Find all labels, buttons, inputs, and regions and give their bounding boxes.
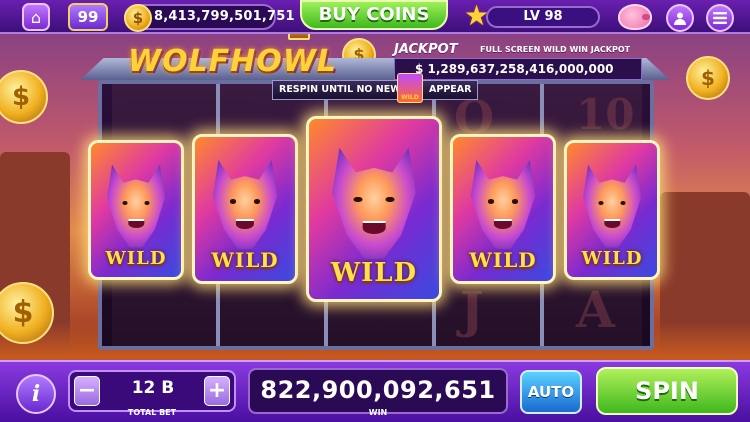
jackpot-display: $ 1,289,637,258,416,000,000 — [394, 58, 642, 80]
bet-increase-button[interactable]: + — [204, 376, 230, 406]
bet-decrease-button[interactable]: − — [74, 376, 100, 406]
wild-symbol-center: WILD — [306, 116, 442, 302]
wolf-icon — [212, 160, 278, 250]
wolf-icon — [107, 164, 165, 248]
menu-icon — [713, 12, 727, 24]
jackpot-label: JACKPOT — [394, 42, 458, 57]
home-button[interactable]: ⌂ — [22, 3, 50, 31]
coin-icon: $ — [124, 4, 152, 32]
wild-wolf-icon: WILD — [397, 73, 423, 103]
wild-label: WILD — [469, 248, 537, 273]
win-amount: 822,900,092,651 — [260, 376, 496, 404]
wild-label: WILD — [330, 258, 418, 289]
profile-icon — [674, 12, 686, 25]
auto-spin-button[interactable]: AUTO — [520, 370, 582, 414]
wild-symbol: WILD — [192, 134, 298, 284]
win-label: WIN — [368, 408, 388, 417]
coin-balance[interactable]: $ 8,413,799,501,751 — [124, 4, 295, 32]
wild-label: WILD — [105, 247, 167, 269]
wolf-icon — [332, 147, 416, 260]
respin-text: RESPIN UNTIL NO NEW — [279, 84, 401, 95]
player-level[interactable]: LV 98 — [486, 6, 600, 28]
jackpot-amount: $ 1,289,637,258,416,000,000 — [415, 62, 614, 76]
wolf-icon — [470, 160, 536, 250]
floating-coin-icon: $ — [686, 56, 730, 100]
buy-coins-button[interactable]: BUY COINS — [300, 0, 448, 30]
symbol-a: A — [576, 280, 615, 339]
symbol-j: J — [460, 280, 484, 339]
wild-symbol: WILD — [564, 140, 660, 280]
piggy-bank-icon[interactable] — [618, 4, 652, 30]
menu-button[interactable] — [706, 4, 734, 32]
coin-amount: 8,413,799,501,751 — [154, 9, 295, 24]
jackpot-subtitle: FULL SCREEN WILD WIN JACKPOT — [480, 45, 631, 54]
respin-banner: RESPIN UNTIL NO NEW WILD APPEAR — [272, 73, 478, 103]
symbol-10: 10 — [576, 90, 635, 139]
game-logo: WOLFHOWL — [128, 44, 338, 79]
profile-button[interactable] — [666, 4, 694, 32]
spin-button[interactable]: SPIN — [596, 367, 738, 415]
respin-text-end: APPEAR — [429, 84, 472, 95]
wild-symbol: WILD — [450, 134, 556, 284]
star-icon: ★ — [464, 0, 490, 32]
info-button[interactable]: i — [16, 374, 56, 414]
wild-label: WILD — [211, 248, 279, 273]
bet-control: − 12 B + — [68, 370, 236, 412]
wolf-icon — [583, 164, 641, 248]
home-icon: ⌂ — [30, 7, 42, 27]
level-badge[interactable]: 99 — [68, 3, 108, 31]
total-bet-label: TOTAL BET — [127, 408, 177, 417]
wild-label: WILD — [581, 247, 643, 269]
total-bet-value: 12 B — [131, 378, 175, 398]
wild-symbol: WILD — [88, 140, 184, 280]
